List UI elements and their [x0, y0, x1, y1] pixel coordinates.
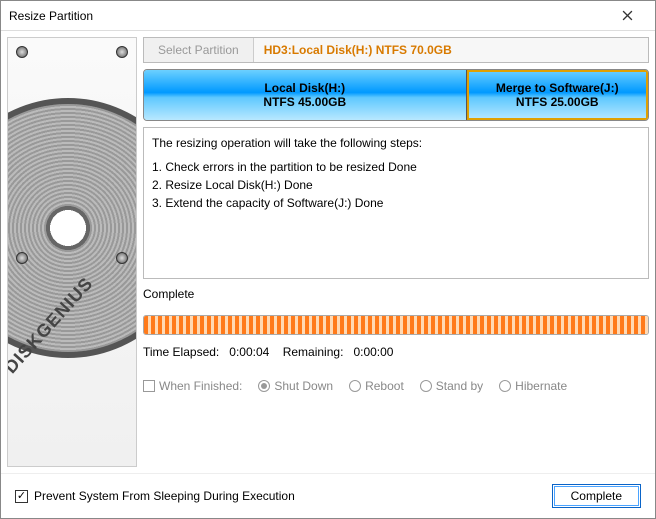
- radio-label: Reboot: [365, 379, 404, 393]
- screw-icon: [116, 252, 128, 264]
- time-row: Time Elapsed: 0:00:04 Remaining: 0:00:00: [143, 345, 649, 359]
- prevent-sleep-label: Prevent System From Sleeping During Exec…: [34, 489, 295, 503]
- partition-size: NTFS 45.00GB: [263, 95, 346, 109]
- disk-platter-art: [7, 98, 137, 358]
- hibernate-radio[interactable]: Hibernate: [499, 379, 567, 393]
- radio-label: Shut Down: [274, 379, 333, 393]
- screw-icon: [116, 46, 128, 58]
- dialog-footer: ✓ Prevent System From Sleeping During Ex…: [1, 473, 655, 518]
- when-finished-label: When Finished:: [159, 379, 242, 393]
- radio-icon: [420, 380, 432, 392]
- complete-button[interactable]: Complete: [552, 484, 641, 508]
- dialog-body: DISKGENIUS Select Partition HD3:Local Di…: [1, 31, 655, 473]
- step-item: 1. Check errors in the partition to be r…: [152, 158, 640, 176]
- radio-icon: [258, 380, 270, 392]
- step-item: 2. Resize Local Disk(H:) Done: [152, 176, 640, 194]
- screw-icon: [16, 46, 28, 58]
- checkbox-icon: [143, 380, 155, 392]
- step-item: 3. Extend the capacity of Software(J:) D…: [152, 194, 640, 212]
- standby-radio[interactable]: Stand by: [420, 379, 483, 393]
- progress-fill: [144, 316, 648, 334]
- resize-partition-dialog: Resize Partition DISKGENIUS Select Parti…: [0, 0, 656, 519]
- window-title: Resize Partition: [9, 9, 93, 23]
- status-label: Complete: [143, 287, 649, 301]
- select-partition-button[interactable]: Select Partition: [144, 38, 254, 62]
- partition-bar: Local Disk(H:) NTFS 45.00GB Merge to Sof…: [143, 69, 649, 121]
- time-elapsed-label: Time Elapsed:: [143, 345, 219, 359]
- selected-disk-label: HD3:Local Disk(H:) NTFS 70.0GB: [254, 43, 462, 57]
- radio-icon: [349, 380, 361, 392]
- prevent-sleep-checkbox[interactable]: ✓ Prevent System From Sleeping During Ex…: [15, 489, 295, 503]
- steps-intro: The resizing operation will take the fol…: [152, 134, 640, 152]
- radio-label: Hibernate: [515, 379, 567, 393]
- partition-selector-row: Select Partition HD3:Local Disk(H:) NTFS…: [143, 37, 649, 63]
- close-icon: [622, 10, 633, 21]
- checkbox-icon: ✓: [15, 490, 28, 503]
- time-remaining-label: Remaining:: [283, 345, 344, 359]
- steps-list: The resizing operation will take the fol…: [143, 127, 649, 279]
- close-button[interactable]: [607, 2, 647, 30]
- when-finished-row: When Finished: Shut Down Reboot Stand by…: [143, 379, 649, 393]
- partition-segment[interactable]: Local Disk(H:) NTFS 45.00GB: [144, 70, 467, 120]
- radio-label: Stand by: [436, 379, 483, 393]
- when-finished-checkbox[interactable]: When Finished:: [143, 379, 242, 393]
- partition-segment[interactable]: Merge to Software(J:) NTFS 25.00GB: [467, 70, 648, 120]
- time-remaining-value: 0:00:00: [353, 345, 393, 359]
- radio-icon: [499, 380, 511, 392]
- partition-size: NTFS 25.00GB: [516, 95, 599, 109]
- shutdown-radio[interactable]: Shut Down: [258, 379, 333, 393]
- reboot-radio[interactable]: Reboot: [349, 379, 404, 393]
- progress-bar: [143, 315, 649, 335]
- partition-name: Local Disk(H:): [264, 81, 345, 95]
- titlebar: Resize Partition: [1, 1, 655, 31]
- screw-icon: [16, 252, 28, 264]
- sidebar-art: DISKGENIUS: [7, 37, 137, 467]
- partition-name: Merge to Software(J:): [496, 81, 619, 95]
- time-elapsed-value: 0:00:04: [229, 345, 269, 359]
- main-panel: Select Partition HD3:Local Disk(H:) NTFS…: [143, 37, 649, 467]
